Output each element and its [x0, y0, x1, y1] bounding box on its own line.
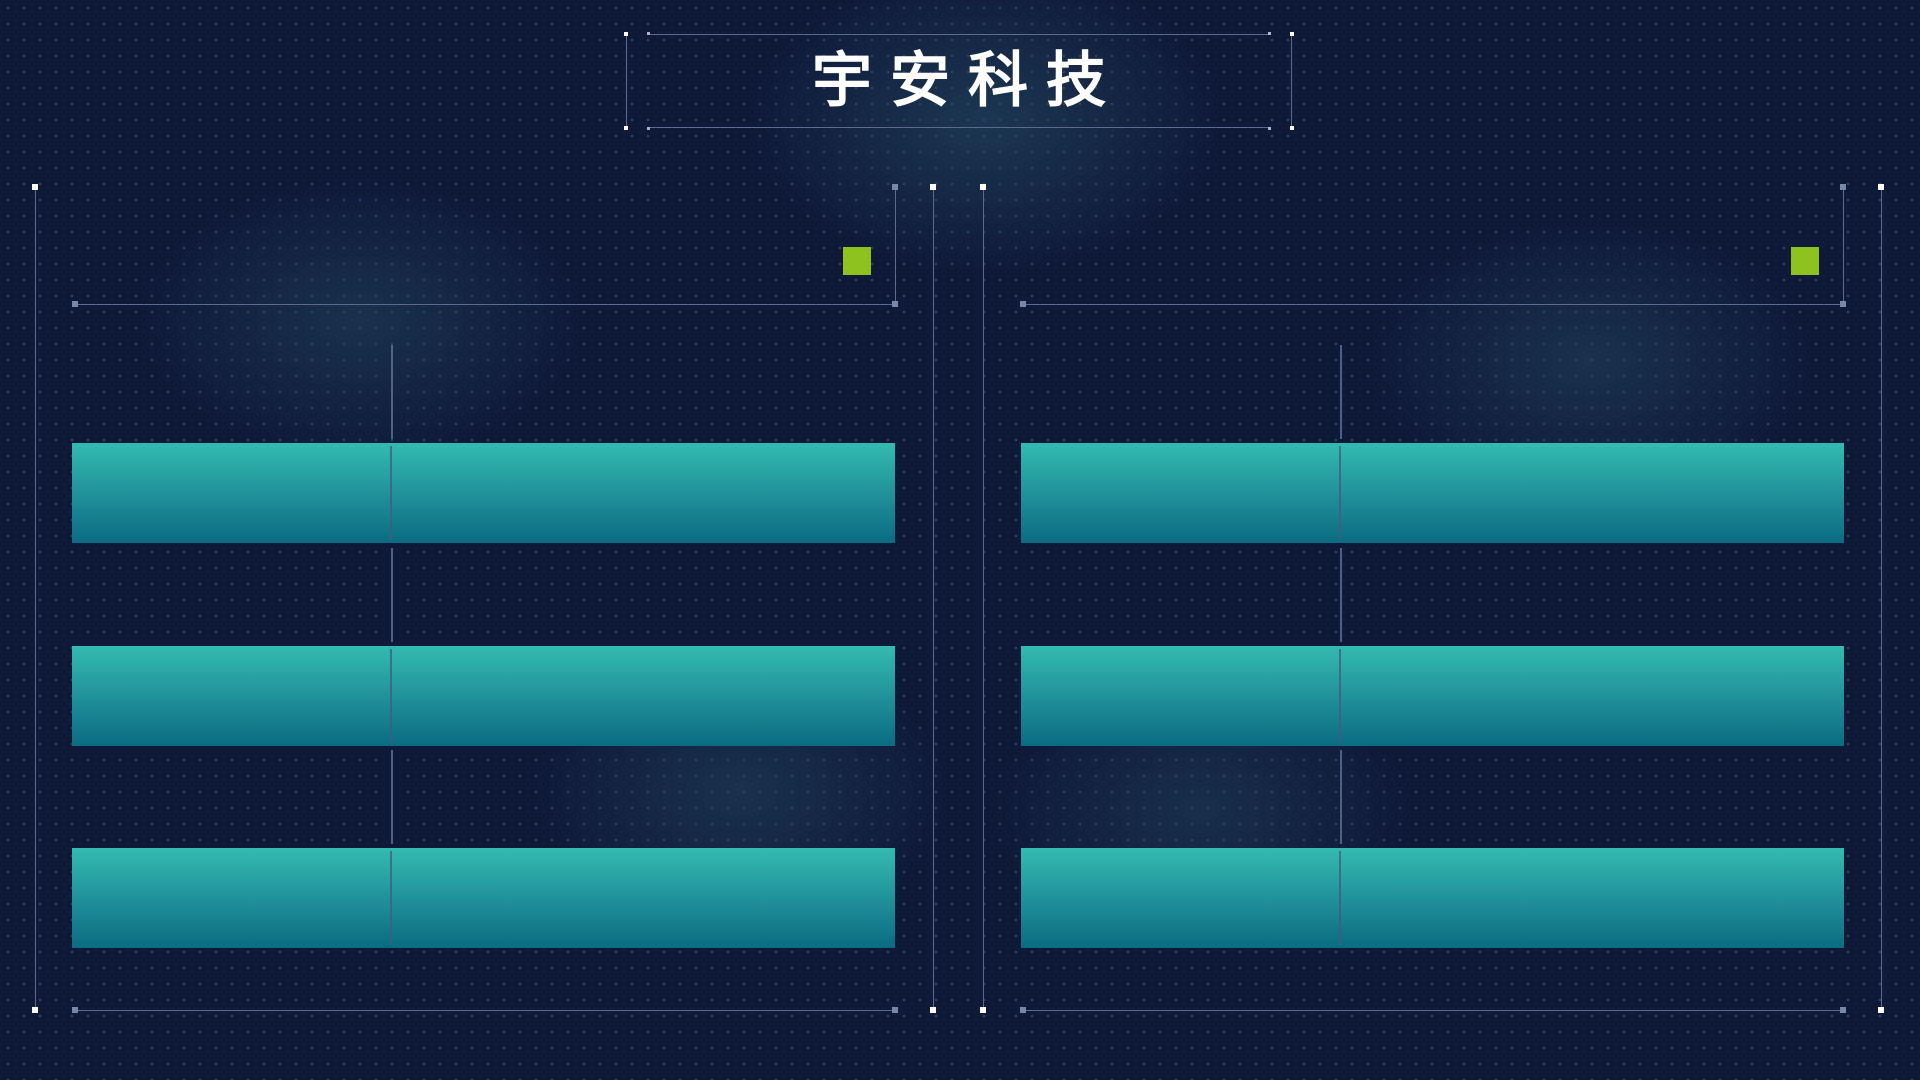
left-panel-corner [930, 184, 936, 190]
right-panel-row [1021, 646, 1844, 746]
left-panel-outer-line [933, 187, 934, 1011]
right-panel-header-corner [1840, 301, 1846, 307]
left-panel-header-underline [75, 304, 896, 305]
title-frame: 宇安科技 [624, 32, 1294, 130]
row-divider [390, 649, 392, 743]
right-panel-corner [1878, 1007, 1884, 1013]
left-panel-outer-line [35, 187, 36, 1011]
title-frame-corner [1290, 126, 1294, 130]
left-panel-row [72, 443, 895, 543]
left-panel-row [72, 646, 895, 746]
title-frame-bottom-line [649, 127, 1269, 128]
title-frame-corner [1290, 32, 1294, 36]
title-frame-tick [1268, 127, 1271, 130]
row-divider [1339, 649, 1341, 743]
right-panel-connector [1340, 345, 1342, 439]
right-panel-corner [980, 184, 986, 190]
left-panel-connector [391, 548, 393, 642]
right-panel-connector [1340, 750, 1342, 844]
title-frame-tick [647, 127, 650, 130]
left-panel-bottom-corner [72, 1007, 78, 1013]
right-panel-bottom-corner [1020, 1007, 1026, 1013]
left-panel-header-corner [892, 301, 898, 307]
left-panel-corner [32, 184, 38, 190]
left-panel-corner [32, 1007, 38, 1013]
left-panel-corner [930, 1007, 936, 1013]
left-panel-connector [391, 750, 393, 844]
slide-canvas: 宇安科技 [0, 0, 1920, 1080]
title-frame-corner [624, 126, 628, 130]
page-title: 宇安科技 [812, 46, 1124, 116]
right-panel-bottom-corner [1840, 1007, 1846, 1013]
left-panel-marker [843, 247, 871, 275]
right-panel-row [1021, 848, 1844, 948]
left-panel-header-corner [892, 184, 898, 190]
right-panel-header-corner [1840, 184, 1846, 190]
left-panel-connector [391, 345, 393, 439]
right-panel-header-corner [1020, 301, 1026, 307]
row-divider [390, 851, 392, 945]
left-panel-bottom-corner [892, 1007, 898, 1013]
right-panel-connector [1340, 548, 1342, 642]
left-panel-bottom-line [75, 1010, 896, 1011]
right-panel-row [1021, 443, 1844, 543]
title-frame-corner [624, 32, 628, 36]
row-divider [1339, 446, 1341, 540]
right-panel-header-underline [1023, 304, 1844, 305]
left-panel-row [72, 848, 895, 948]
right-panel-corner [1878, 184, 1884, 190]
right-panel-header-bracket [1843, 187, 1844, 305]
right-panel-outer-line [1881, 187, 1882, 1011]
title-frame-top-line [649, 34, 1269, 35]
left-panel-header-bracket [895, 187, 896, 305]
right-panel-bottom-line [1023, 1010, 1844, 1011]
right-panel-outer-line [983, 187, 984, 1011]
row-divider [1339, 851, 1341, 945]
right-panel-marker [1791, 247, 1819, 275]
title-frame-tick [647, 32, 650, 35]
left-panel-header-corner [72, 301, 78, 307]
title-frame-tick [1268, 32, 1271, 35]
right-panel-corner [980, 1007, 986, 1013]
row-divider [390, 446, 392, 540]
